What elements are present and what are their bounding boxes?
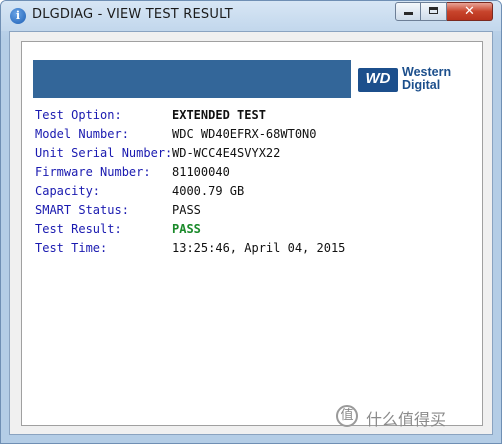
western-digital-logo: WD Western Digital — [358, 66, 462, 94]
label-serial-number: Unit Serial Number: — [35, 146, 173, 160]
wd-logo-line2: Digital — [402, 78, 441, 92]
watermark-text: 什么值得买 — [366, 410, 447, 429]
label-capacity: Capacity: — [35, 184, 101, 198]
value-smart-status: PASS — [172, 203, 201, 217]
maximize-button[interactable] — [421, 2, 447, 21]
minimize-icon — [404, 12, 413, 15]
dialog-client-area: WD Western Digital Test Option: EXTENDED… — [9, 31, 493, 435]
wd-logo-mark-text: WD — [365, 70, 391, 87]
maximize-icon — [429, 7, 438, 14]
close-button[interactable]: ✕ — [447, 2, 493, 21]
label-firmware-number: Firmware Number: — [35, 165, 151, 179]
value-test-time: 13:25:46, April 04, 2015 — [172, 241, 346, 255]
label-test-option: Test Option: — [35, 108, 122, 122]
watermark-icon: 值 — [336, 405, 358, 427]
value-capacity: 4000.79 GB — [172, 184, 245, 198]
label-test-result: Test Result: — [35, 222, 122, 236]
wd-logo-name: Western Digital — [402, 66, 451, 92]
value-test-option: EXTENDED TEST — [172, 108, 266, 122]
watermark: 值 什么值得买 — [336, 405, 496, 429]
result-panel: WD Western Digital Test Option: EXTENDED… — [21, 41, 483, 426]
dialog-window: i DLGDIAG - VIEW TEST RESULT ✕ WD Wester… — [0, 0, 502, 444]
label-smart-status: SMART Status: — [35, 203, 129, 217]
wd-logo-mark: WD — [358, 68, 398, 92]
value-test-result: PASS — [172, 222, 201, 236]
header-banner — [33, 60, 351, 98]
close-icon: ✕ — [464, 4, 475, 19]
info-icon: i — [10, 8, 26, 24]
label-model-number: Model Number: — [35, 127, 129, 141]
minimize-button[interactable] — [395, 2, 421, 21]
title-bar[interactable]: i DLGDIAG - VIEW TEST RESULT ✕ — [1, 1, 501, 31]
value-firmware-number: 81100040 — [172, 165, 230, 179]
value-model-number: WDC WD40EFRX-68WT0N0 — [172, 127, 317, 141]
window-title: DLGDIAG - VIEW TEST RESULT — [32, 7, 233, 22]
value-serial-number: WD-WCC4E4SVYX22 — [172, 146, 281, 160]
label-test-time: Test Time: — [35, 241, 108, 255]
